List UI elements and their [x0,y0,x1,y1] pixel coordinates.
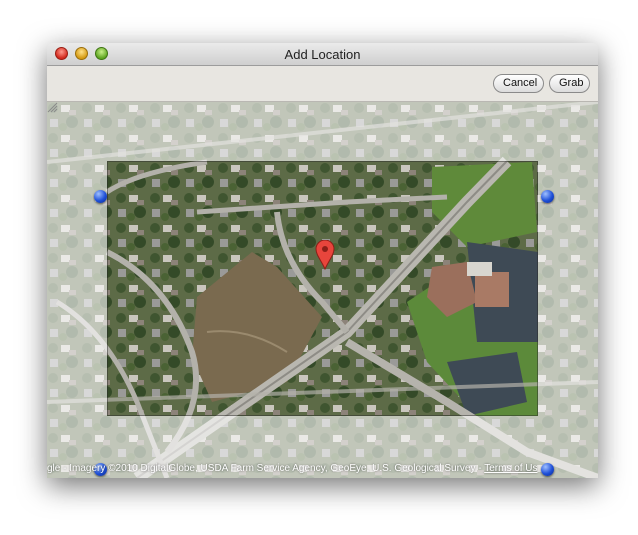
grab-button[interactable]: Grab [549,74,590,93]
selection-handle-top-left[interactable] [94,190,107,203]
toolbar: Cancel Grab [47,66,598,102]
selection-rectangle[interactable] [107,161,538,416]
title-bar[interactable]: Add Location [47,43,598,66]
map-attribution: gle - Imagery ©2010 DigitalGlobe, USDA F… [47,463,598,477]
selection-handle-top-right[interactable] [541,190,554,203]
satellite-map[interactable]: gle - Imagery ©2010 DigitalGlobe, USDA F… [47,102,598,478]
cancel-button[interactable]: Cancel [493,74,544,93]
map-pin-icon[interactable] [315,240,335,270]
attribution-text: gle - Imagery ©2010 DigitalGlobe, USDA F… [47,463,485,474]
window-title: Add Location [284,47,361,62]
terms-of-use-link[interactable]: Terms of Us [484,463,537,474]
add-location-window: Add Location Cancel Grab gle - Imagery ©… [47,43,598,478]
resize-grip-icon[interactable] [47,102,58,113]
